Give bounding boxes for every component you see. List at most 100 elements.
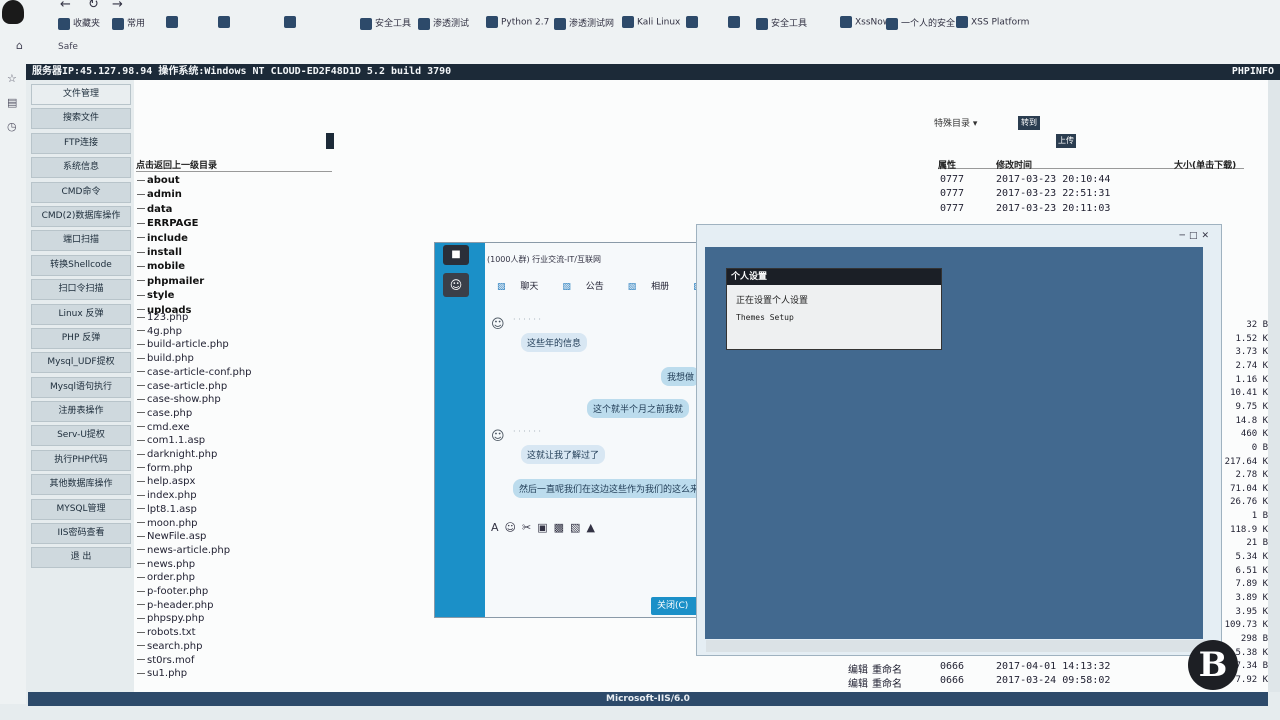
file-link[interactable]: darknight.php <box>137 449 217 460</box>
file-link[interactable]: com1.1.asp <box>137 435 205 446</box>
menu-item[interactable]: 系统信息 <box>31 157 131 179</box>
menu-item[interactable]: CMD命令 <box>31 181 131 203</box>
file-link[interactable]: news.php <box>137 559 195 570</box>
file-link[interactable]: cmd.exe <box>137 422 190 433</box>
menu-item[interactable]: 其他数据库操作 <box>31 474 131 496</box>
menu-item[interactable]: CMD(2)数据库操作 <box>31 205 131 227</box>
gift-icon[interactable]: ▩ <box>554 521 570 534</box>
dir-link[interactable]: install <box>137 247 182 258</box>
file-link[interactable]: search.php <box>137 641 202 652</box>
bookmark-item[interactable] <box>686 16 701 28</box>
chat-close-button[interactable]: 关闭(C) <box>651 597 701 615</box>
file-link[interactable]: build-article.php <box>137 339 229 350</box>
dir-attr[interactable]: 0777 <box>940 174 964 185</box>
menu-item[interactable]: PHP 反弹 <box>31 327 131 349</box>
bookmark-item[interactable]: XssNow <box>840 16 890 28</box>
file-link[interactable]: index.php <box>137 490 197 501</box>
menu-item[interactable]: 转换Shellcode <box>31 254 131 276</box>
file-link[interactable]: case-article-conf.php <box>137 367 252 378</box>
dir-link[interactable]: admin <box>137 189 182 200</box>
file-link[interactable]: help.aspx <box>137 476 195 487</box>
close-icon[interactable]: ✕ <box>1201 231 1213 241</box>
bookmark-item[interactable]: 收藏夹 <box>58 16 100 30</box>
dir-link[interactable]: style <box>137 290 174 301</box>
dir-attr[interactable]: 0777 <box>940 188 964 199</box>
menu-item[interactable]: 退 出 <box>31 547 131 569</box>
bookmark-item[interactable]: XSS Platform <box>956 16 1029 28</box>
menu-item[interactable]: MYSQL管理 <box>31 498 131 520</box>
phpinfo-link[interactable]: PHPINFO <box>1232 64 1274 80</box>
file-link[interactable]: su1.php <box>137 668 187 679</box>
file-link[interactable]: p-footer.php <box>137 586 208 597</box>
bookmark-item[interactable]: 渗透测试 <box>418 16 469 30</box>
file-link[interactable]: NewFile.asp <box>137 531 206 542</box>
sender-avatar[interactable]: ☺ <box>491 317 509 333</box>
dir-link[interactable]: about <box>137 175 180 186</box>
bookmark-item[interactable]: Python 2.7 <box>486 16 549 28</box>
user-avatar[interactable]: ☺ <box>443 273 469 297</box>
settings-hscrollbar[interactable] <box>706 640 1216 652</box>
edit-link[interactable]: 编辑 <box>848 675 868 690</box>
menu-item[interactable]: 文件管理 <box>31 84 131 105</box>
chat-tab[interactable]: ▧ 公告 <box>562 282 615 292</box>
menu-item[interactable]: Mysql语句执行 <box>31 376 131 398</box>
file-link[interactable]: 123.php <box>137 312 188 323</box>
edit-link[interactable]: 编辑 <box>848 661 868 676</box>
dir-link[interactable]: include <box>137 233 188 244</box>
bookmark-item[interactable]: 渗透测试网 <box>554 16 614 30</box>
path-go-button[interactable] <box>326 133 334 149</box>
menu-item[interactable]: FTP连接 <box>31 132 131 154</box>
parent-dir-link[interactable]: 点击返回上一级目录 <box>136 158 332 172</box>
bookmark-item[interactable]: 常用 <box>112 16 145 30</box>
scissors-icon[interactable]: ✂ <box>522 521 537 534</box>
bookmark-item[interactable]: 安全工具 <box>360 16 411 30</box>
bookmark-item[interactable]: 安全工具 <box>756 16 807 30</box>
page-scrollbar[interactable] <box>1268 80 1280 692</box>
special-dir-select[interactable]: 特殊目录 ▾ <box>934 116 977 129</box>
bookmark-item[interactable] <box>284 16 299 28</box>
file-link[interactable]: form.php <box>137 463 193 474</box>
bookmark-item[interactable] <box>728 16 743 28</box>
sender-avatar[interactable]: ☺ <box>491 429 509 445</box>
star-icon[interactable]: ☆ <box>7 72 19 85</box>
file-link[interactable]: p-header.php <box>137 600 213 611</box>
file-link[interactable]: build.php <box>137 353 194 364</box>
file-link[interactable]: news-article.php <box>137 545 230 556</box>
tab-label[interactable]: Safe <box>58 42 78 52</box>
dir-attr[interactable]: 0777 <box>940 203 964 214</box>
menu-item[interactable]: Mysql_UDF提权 <box>31 352 131 374</box>
more-icon[interactable]: ▲ <box>586 521 600 534</box>
bookmark-item[interactable]: Kali Linux <box>622 16 680 28</box>
file-link[interactable]: st0rs.mof <box>137 655 194 666</box>
bookmark-item[interactable]: 一个人的安全 <box>886 16 955 30</box>
menu-item[interactable]: Linux 反弹 <box>31 303 131 325</box>
image-icon[interactable]: ▣ <box>537 521 553 534</box>
file-attr[interactable]: 0666 <box>940 675 964 686</box>
file-link[interactable]: lpt8.1.asp <box>137 504 197 515</box>
file-attr[interactable]: 0666 <box>940 661 964 672</box>
menu-item[interactable]: IIS密码查看 <box>31 523 131 545</box>
history-icon[interactable]: ▤ <box>7 96 19 109</box>
dir-link[interactable]: ERRPAGE <box>137 218 198 229</box>
file-link[interactable]: order.php <box>137 572 195 583</box>
clock-icon[interactable]: ◷ <box>7 120 19 133</box>
menu-item[interactable]: 注册表操作 <box>31 401 131 423</box>
file-link[interactable]: moon.php <box>137 518 198 529</box>
group-icon[interactable]: ■ <box>443 245 469 265</box>
font-icon[interactable]: A <box>491 521 505 534</box>
menu-item[interactable]: 执行PHP代码 <box>31 449 131 471</box>
dir-link[interactable]: data <box>137 204 172 215</box>
shake-icon[interactable]: ▧ <box>570 521 586 534</box>
dir-link[interactable]: phpmailer <box>137 276 204 287</box>
file-link[interactable]: 4g.php <box>137 326 182 337</box>
home-icon[interactable]: ⌂ <box>16 39 23 52</box>
rename-link[interactable]: 重命名 <box>872 675 902 690</box>
go-button[interactable]: 转到 <box>1018 116 1040 130</box>
file-link[interactable]: case-show.php <box>137 394 221 405</box>
bookmark-item[interactable] <box>166 16 181 28</box>
emoji-icon[interactable]: ☺ <box>505 521 522 534</box>
maximize-icon[interactable]: □ <box>1189 231 1202 241</box>
menu-item[interactable]: 端口扫描 <box>31 230 131 252</box>
file-link[interactable]: case.php <box>137 408 192 419</box>
file-link[interactable]: case-article.php <box>137 381 227 392</box>
